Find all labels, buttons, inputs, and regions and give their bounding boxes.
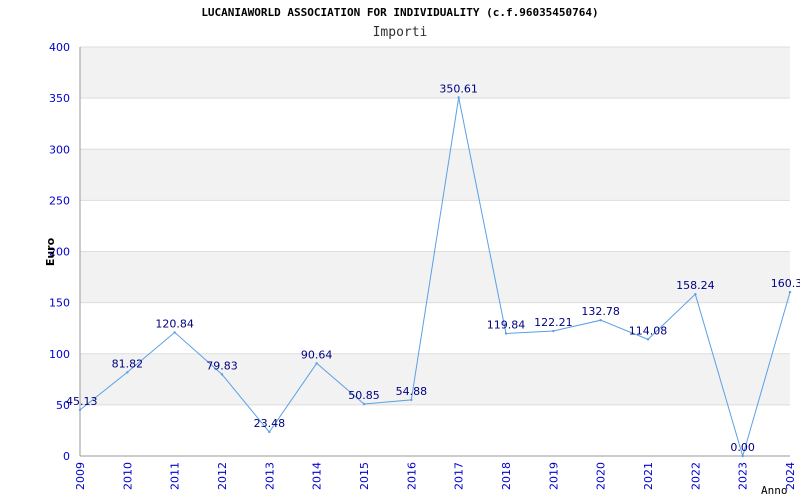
data-label: 90.64 xyxy=(301,348,333,361)
y-axis-label: Euro xyxy=(44,237,57,266)
grid-band xyxy=(80,98,790,150)
y-tick-label: 100 xyxy=(49,348,70,361)
y-tick-label: 150 xyxy=(49,297,70,310)
data-label: 45.13 xyxy=(66,395,98,408)
x-tick-label: 2014 xyxy=(311,462,324,490)
x-tick-label: 2015 xyxy=(358,462,371,490)
data-point xyxy=(220,373,224,376)
grid-band xyxy=(80,47,790,99)
x-tick-label: 2013 xyxy=(263,462,276,490)
data-point xyxy=(599,319,602,322)
data-point xyxy=(126,371,129,374)
data-point xyxy=(694,292,697,296)
x-tick-label: 2010 xyxy=(121,462,134,490)
grid-band xyxy=(80,149,790,201)
x-tick-label: 2022 xyxy=(689,462,702,490)
y-tick-label: 250 xyxy=(49,194,70,207)
x-tick-label: 2012 xyxy=(216,462,229,490)
data-point xyxy=(173,331,176,334)
data-label: 350.61 xyxy=(439,83,478,96)
grid-band xyxy=(80,251,790,303)
data-label: 114.08 xyxy=(629,324,668,337)
data-point xyxy=(268,430,271,434)
x-tick-labels: 2009 2010 2011 2012 2013 2014 2015 2016 2017 2018… xyxy=(74,462,797,490)
data-label: 160.33 xyxy=(771,277,800,290)
x-axis-label: Anno xyxy=(761,484,788,497)
y-tick-label: 300 xyxy=(49,143,70,156)
data-point xyxy=(504,332,508,335)
data-label: 23.48 xyxy=(254,417,286,430)
x-tick-label: 2018 xyxy=(500,462,513,490)
x-tick-label: 2019 xyxy=(547,462,560,490)
data-point xyxy=(788,290,792,294)
x-tick-label: 2009 xyxy=(74,462,87,490)
data-label: 119.84 xyxy=(487,318,526,331)
data-label: 122.21 xyxy=(534,316,573,329)
data-point xyxy=(78,408,82,412)
x-tick-label: 2021 xyxy=(642,462,655,490)
data-point xyxy=(741,454,744,458)
x-tick-label: 2020 xyxy=(595,462,608,490)
data-point xyxy=(315,362,318,365)
grid-band xyxy=(80,404,790,456)
data-point xyxy=(410,398,413,402)
x-tick-label: 2017 xyxy=(453,462,466,490)
data-label: 79.83 xyxy=(206,359,238,372)
x-tick-label: 2011 xyxy=(169,462,182,490)
y-tick-label: 0 xyxy=(63,450,70,463)
x-tick-label: 2016 xyxy=(405,462,418,490)
data-label: 0.00 xyxy=(730,441,755,454)
data-point xyxy=(362,402,366,406)
line-chart: 050100150200250300350400 2009 2010 2011 201… xyxy=(44,41,800,497)
data-label: 120.84 xyxy=(155,317,194,330)
data-label: 54.88 xyxy=(396,385,428,398)
data-point xyxy=(457,96,460,99)
data-label: 132.78 xyxy=(581,305,620,318)
data-point xyxy=(646,338,650,341)
grid-band xyxy=(80,353,790,405)
grid-band xyxy=(80,200,790,252)
y-tick-label: 400 xyxy=(49,41,70,54)
data-label: 158.24 xyxy=(676,279,715,292)
data-label: 81.82 xyxy=(112,357,144,370)
data-point xyxy=(552,329,555,333)
data-label: 50.85 xyxy=(348,389,380,402)
x-tick-label: 2023 xyxy=(737,462,750,490)
y-tick-label: 350 xyxy=(49,92,70,105)
